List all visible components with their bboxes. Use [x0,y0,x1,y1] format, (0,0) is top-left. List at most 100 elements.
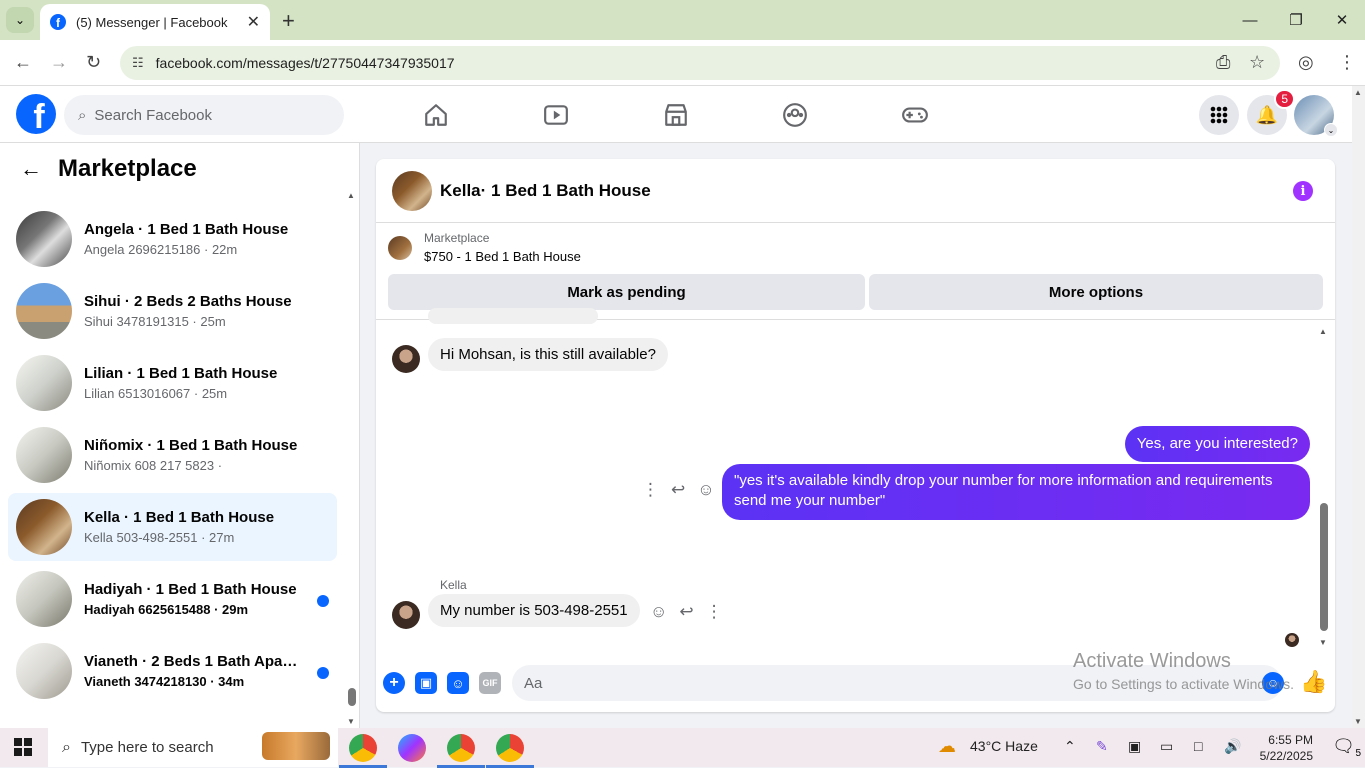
facebook-logo-icon[interactable]: f [16,94,56,134]
home-icon[interactable] [421,100,451,130]
scroll-down-icon[interactable]: ▼ [1319,638,1327,647]
sticker-icon[interactable]: ☺ [447,672,469,694]
reply-icon[interactable]: ↩ [679,602,693,622]
sidebar-title: Marketplace [58,155,197,182]
conversation-item[interactable]: Sihui · 2 Beds 2 Baths House Sihui 347819… [8,277,337,345]
conversation-item-active[interactable]: Kella · 1 Bed 1 Bath House Kella 503-498-… [8,493,337,561]
url-field[interactable]: ☷ facebook.com/messages/t/27750447347935… [120,46,1280,80]
chat-avatar[interactable] [392,170,432,211]
more-icon[interactable]: ⋮ [706,602,723,622]
video-icon[interactable] [541,100,571,130]
pen-icon[interactable]: ✎ [1096,738,1108,755]
close-window-icon[interactable]: ✕ [1319,0,1365,40]
more-icon[interactable]: ⋮ [642,480,659,500]
listing-thumbnail [388,235,412,260]
react-icon[interactable]: ☺ [650,602,667,622]
chat-header: Kella· 1 Bed 1 Bath House i [376,159,1335,223]
listing-thumbnail [16,211,72,267]
chevron-up-icon[interactable]: ⌃ [1064,738,1076,755]
install-icon[interactable]: ⎙ [1216,52,1230,73]
listing-summary[interactable]: Marketplace $750 - 1 Bed 1 Bath House [388,231,581,264]
react-icon[interactable]: ☺ [697,480,714,500]
notifications-button[interactable]: 🔔 5 [1247,89,1295,135]
chat-title[interactable]: Kella· 1 Bed 1 Bath House [440,181,651,201]
chat-scrollbar[interactable]: ▲ ▼ [1319,327,1329,647]
volume-icon[interactable]: 🔊 [1224,738,1241,755]
more-options-button[interactable]: More options [869,274,1323,310]
outgoing-message[interactable]: "yes it's available kindly drop your num… [722,464,1310,520]
conversation-snippet: Kella 503-498-2551 · 27m [84,530,235,545]
info-icon[interactable]: i [1293,181,1313,201]
sender-avatar[interactable] [392,345,420,373]
account-avatar[interactable]: ⌄ [1294,95,1338,137]
minimize-icon[interactable]: — [1227,0,1273,40]
browser-tab[interactable]: f (5) Messenger | Facebook ✕ [40,4,270,40]
windows-taskbar: ⌕ Type here to search ☁ 43°C Haze ⌃ ✎ ▣ … [0,728,1365,768]
profile-icon[interactable]: ◎ [1298,52,1314,73]
sidebar-scrollbar[interactable]: ▲ ▼ [347,191,357,726]
thumbs-up-icon[interactable]: 👍 [1300,669,1327,695]
forward-icon[interactable]: → [50,52,68,73]
emoji-icon[interactable]: ☺ [1262,672,1284,694]
restore-icon[interactable]: ❐ [1273,0,1319,40]
message-composer: + ▣ ☺ GIF ☺ 👍 [376,659,1335,709]
page-scrollbar[interactable]: ▲ ▼ [1352,86,1365,728]
scroll-down-icon[interactable]: ▼ [1354,717,1362,726]
windows-start-icon[interactable] [14,738,32,756]
outgoing-message[interactable]: Yes, are you interested? [1124,426,1310,462]
battery-icon[interactable]: ▭ [1160,738,1173,755]
back-icon[interactable]: ← [14,52,32,73]
chrome-icon[interactable] [437,734,485,768]
chrome-icon[interactable] [486,734,534,768]
gaming-icon[interactable] [900,100,930,130]
scroll-down-icon[interactable]: ▼ [347,717,355,726]
reply-icon[interactable]: ↩ [671,480,685,500]
message-input[interactable] [512,665,1282,701]
mark-as-pending-button[interactable]: Mark as pending [388,274,865,310]
scrollbar-thumb[interactable] [348,688,356,706]
kebab-menu-icon[interactable]: ⋮ [1338,52,1356,73]
network-icon[interactable]: □ [1194,738,1202,754]
conversation-name: Angela · 1 Bed 1 Bath House [84,221,289,238]
groups-icon[interactable] [780,100,810,130]
star-icon[interactable]: ☆ [1249,52,1265,73]
camera-icon[interactable]: ▣ [1128,738,1141,755]
copilot-icon[interactable] [398,734,426,762]
conversation-item[interactable]: Vianeth · 2 Beds 1 Bath Apart... Vianeth … [8,637,337,705]
taskbar-clock[interactable]: 6:55 PM 5/22/2025 [1260,732,1313,764]
chevron-down-icon: ⌄ [1324,123,1338,137]
conversation-item[interactable]: Niñomix · 1 Bed 1 Bath House Niñomix 608 … [8,421,337,489]
facebook-search[interactable]: ⌕ Search Facebook [64,95,344,135]
photo-icon[interactable]: ▣ [415,672,437,694]
scrollbar-thumb[interactable] [1320,503,1328,631]
conversation-snippet: Vianeth 3474218130 · 34m [84,674,245,689]
incoming-message[interactable]: My number is 503-498-2551 [428,594,640,627]
close-tab-icon[interactable]: ✕ [247,12,260,32]
window-controls: — ❐ ✕ [1227,0,1365,40]
new-tab-button[interactable]: + [282,8,295,34]
menu-grid-button[interactable] [1199,95,1239,135]
conversation-name: Kella · 1 Bed 1 Bath House [84,509,275,526]
back-arrow-icon[interactable]: ← [20,156,42,182]
reload-icon[interactable]: ↻ [86,52,101,73]
notification-center-icon[interactable]: 🗨 [1332,736,1355,757]
conversation-item[interactable]: Angela · 1 Bed 1 Bath House Angela 269621… [8,205,337,273]
scroll-up-icon[interactable]: ▲ [1354,88,1362,97]
gif-icon[interactable]: GIF [479,672,501,694]
scroll-up-icon[interactable]: ▲ [1319,327,1327,336]
tab-search-button[interactable]: ⌄ [6,7,34,33]
taskbar-widget-image[interactable] [262,732,330,760]
notification-count: 5 [1355,748,1361,759]
scroll-up-icon[interactable]: ▲ [347,191,355,200]
site-info-icon[interactable]: ☷ [132,55,144,71]
sender-avatar[interactable] [392,601,420,629]
marketplace-icon[interactable] [661,100,691,130]
incoming-message[interactable]: Hi Mohsan, is this still available? [428,338,668,371]
conversation-snippet: Sihui 3478191315 · 25m [84,314,226,329]
conversation-item[interactable]: Lilian · 1 Bed 1 Bath House Lilian 651301… [8,349,337,417]
conversation-snippet: Hadiyah 6625615488 · 29m [84,602,249,617]
chrome-icon[interactable] [339,734,387,768]
conversation-item[interactable]: Hadiyah · 1 Bed 1 Bath House Hadiyah 6625… [8,565,337,633]
weather-text[interactable]: 43°C Haze [970,738,1038,754]
plus-icon[interactable]: + [383,672,405,694]
